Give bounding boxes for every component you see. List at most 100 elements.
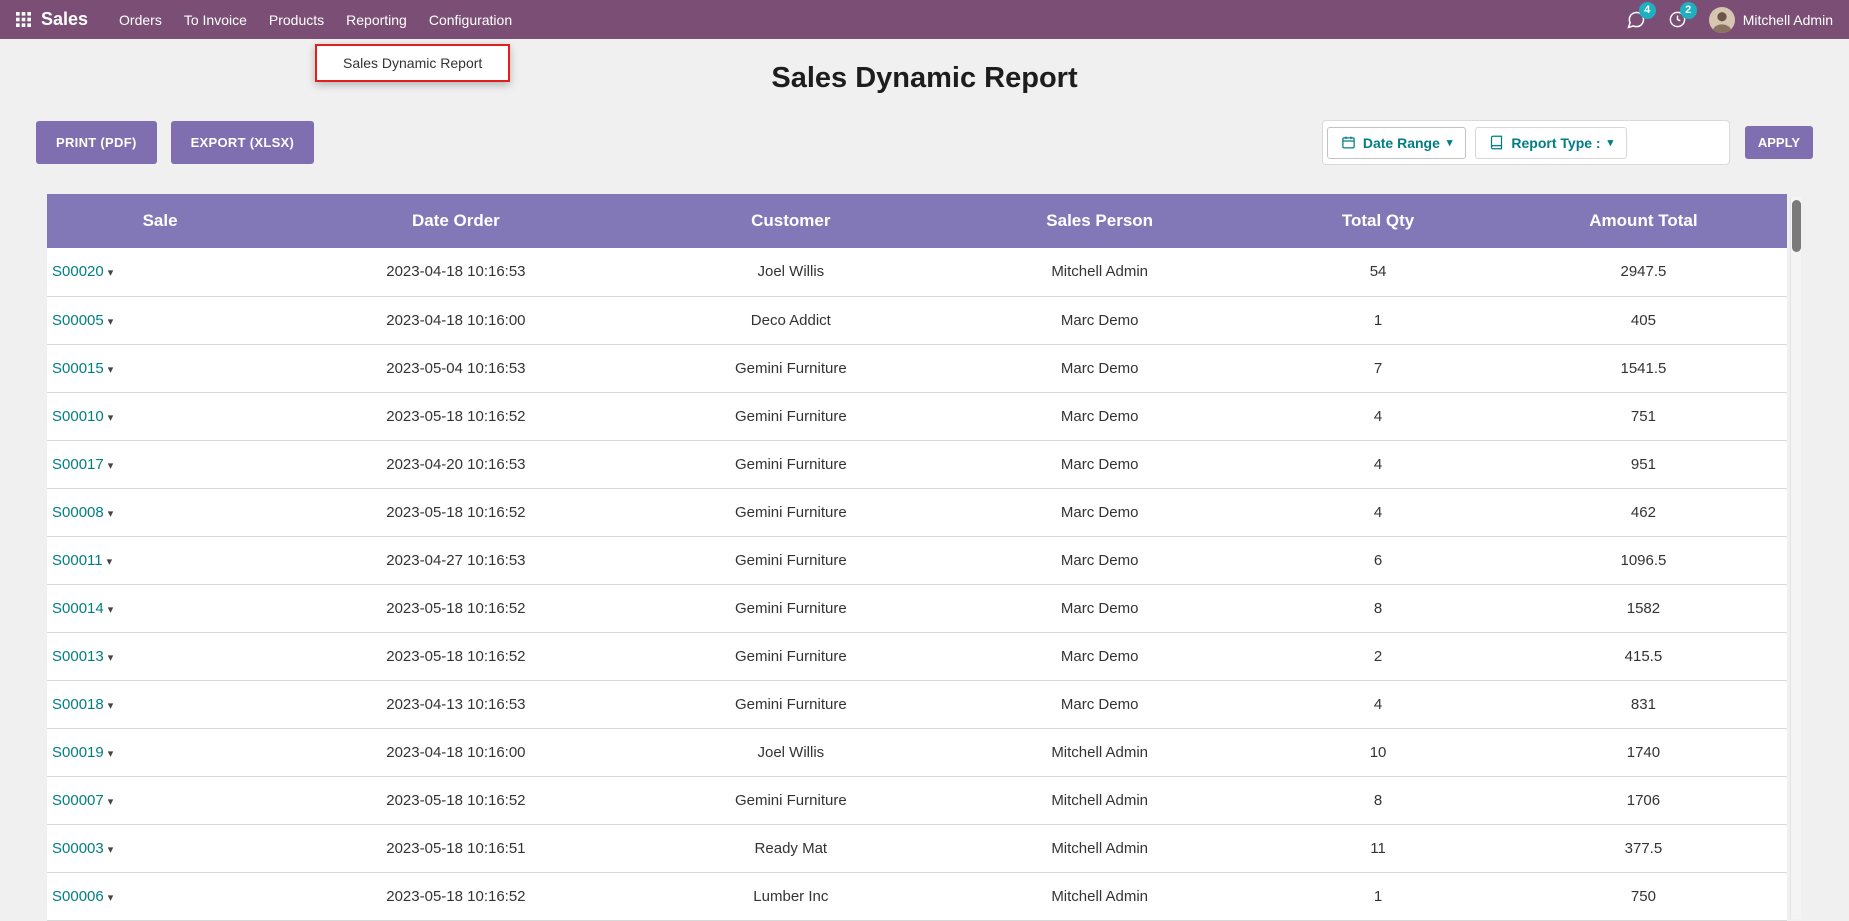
cell-customer: Gemini Furniture [639,776,944,824]
cell-customer: Gemini Furniture [639,344,944,392]
print-pdf-button[interactable]: PRINT (PDF) [36,121,157,164]
cell-date-order: 2023-05-18 10:16:52 [273,776,638,824]
cell-amount-total: 462 [1500,488,1787,536]
caret-down-icon[interactable]: ▾ [108,364,114,376]
messages-count-badge: 4 [1639,2,1656,19]
sale-order-link[interactable]: S00020 [52,263,104,280]
cell-customer: Deco Addict [639,296,944,344]
table-row: S00007 ▾ 2023-05-18 10:16:52Gemini Furnitu… [47,776,1787,824]
cell-sale: S00006 ▾ [47,872,273,920]
cell-customer: Joel Willis [639,248,944,296]
caret-down-icon[interactable]: ▾ [108,316,114,328]
cell-sales-person: Mitchell Admin [943,824,1256,872]
activities-button[interactable]: 2 [1668,10,1687,29]
date-range-dropdown[interactable]: Date Range ▾ [1327,127,1467,159]
table-scrollbar[interactable] [1790,197,1801,919]
caret-down-icon[interactable]: ▾ [108,508,114,520]
caret-down-icon[interactable]: ▾ [108,796,114,808]
sale-order-link[interactable]: S00019 [52,744,104,761]
column-header-customer: Customer [639,194,944,248]
column-header-sale: Sale [47,194,273,248]
sale-order-link[interactable]: S00015 [52,360,104,377]
sale-order-link[interactable]: S00005 [52,312,104,329]
messages-button[interactable]: 4 [1626,10,1646,30]
table-row: S00010▾2023-05-18 10:16:52Gemini Furnitu… [47,392,1787,440]
report-toolbar: PRINT (PDF) EXPORT (XLSX) Date Range ▾ R… [0,120,1849,165]
column-header-date-order: Date Order [273,194,638,248]
cell-total-qty: 1 [1256,296,1500,344]
cell-sales-person: Marc Demo [943,296,1256,344]
sale-order-link[interactable]: S00007 [52,792,104,809]
table-row: S00018▾2023-04-13 10:16:53Gemini Furnitu… [47,680,1787,728]
cell-date-order: 2023-04-18 10:16:00 [273,296,638,344]
cell-sale: S00008 ▾ [47,488,273,536]
sale-order-link[interactable]: S00003 [52,840,104,857]
caret-down-icon[interactable]: ▾ [107,556,113,568]
caret-down-icon[interactable]: ▾ [108,604,114,616]
caret-down-icon[interactable]: ▾ [108,844,114,856]
sale-order-link[interactable]: S00010 [52,408,104,425]
sale-order-link[interactable]: S00011 [52,552,103,569]
navbar-left: Sales Orders To Invoice Products Reporti… [16,1,523,39]
cell-amount-total: 750 [1500,872,1787,920]
cell-date-order: 2023-04-18 10:16:53 [273,248,638,296]
cell-amount-total: 415.5 [1500,632,1787,680]
table-row: S00011▾2023-04-27 10:16:53Gemini Furnitu… [47,536,1787,584]
cell-amount-total: 1582 [1500,584,1787,632]
caret-down-icon[interactable]: ▾ [108,892,114,904]
table-header: Sale Date Order Customer Sales Person To… [47,194,1787,248]
app-brand-sales[interactable]: Sales [41,9,88,30]
cell-total-qty: 1 [1256,872,1500,920]
caret-down-icon[interactable]: ▾ [108,460,114,472]
caret-down-icon[interactable]: ▾ [108,267,114,279]
nav-item-configuration[interactable]: Configuration [418,1,523,39]
sale-order-link[interactable]: S00006 [52,888,104,905]
cell-sales-person: Marc Demo [943,392,1256,440]
cell-total-qty: 4 [1256,440,1500,488]
apps-grid-icon[interactable] [16,12,31,27]
toolbar-left: PRINT (PDF) EXPORT (XLSX) [36,121,328,164]
menu-item-sales-dynamic-report[interactable]: Sales Dynamic Report [317,46,508,80]
sale-order-link[interactable]: S00014 [52,600,104,617]
nav-item-products[interactable]: Products [258,1,335,39]
nav-item-reporting[interactable]: Reporting [335,1,418,39]
book-icon [1489,135,1504,150]
table-row: S00014▾2023-05-18 10:16:52Gemini Furnitu… [47,584,1787,632]
sale-order-link[interactable]: S00008 [52,504,104,521]
caret-down-icon[interactable]: ▾ [108,412,114,424]
table-row: S00019▾2023-04-18 10:16:00Joel WillisMit… [47,728,1787,776]
report-type-dropdown[interactable]: Report Type : ▾ [1475,127,1627,159]
cell-sales-person: Marc Demo [943,536,1256,584]
sale-order-link[interactable]: S00018 [52,696,104,713]
cell-amount-total: 1740 [1500,728,1787,776]
user-menu[interactable]: Mitchell Admin [1709,7,1833,33]
caret-down-icon[interactable]: ▾ [108,748,114,760]
sale-order-link[interactable]: S00017 [52,456,104,473]
apply-button[interactable]: APPLY [1745,126,1813,159]
table-row: S00015 ▾ 2023-05-04 10:16:53Gemini Furnitu… [47,344,1787,392]
page-title: Sales Dynamic Report [0,62,1849,95]
cell-sale: S00011 ▾ [47,536,273,584]
cell-total-qty: 6 [1256,536,1500,584]
table-row: S00003▾2023-05-18 10:16:51Ready MatMitch… [47,824,1787,872]
caret-down-icon[interactable]: ▾ [108,700,114,712]
cell-sale: S00010 ▾ [47,392,273,440]
cell-sale: S00017 ▾ [47,440,273,488]
export-xlsx-button[interactable]: EXPORT (XLSX) [171,121,315,164]
nav-item-orders[interactable]: Orders [108,1,173,39]
cell-sales-person: Marc Demo [943,440,1256,488]
scrollbar-thumb[interactable] [1792,200,1801,252]
cell-customer: Gemini Furniture [639,440,944,488]
cell-date-order: 2023-04-20 10:16:53 [273,440,638,488]
cell-sales-person: Marc Demo [943,344,1256,392]
cell-total-qty: 2 [1256,632,1500,680]
cell-sales-person: Marc Demo [943,680,1256,728]
table-row: S00006▾2023-05-18 10:16:52Lumber IncMitc… [47,872,1787,920]
cell-date-order: 2023-05-04 10:16:53 [273,344,638,392]
sale-order-link[interactable]: S00013 [52,648,104,665]
cell-date-order: 2023-05-18 10:16:52 [273,584,638,632]
caret-down-icon[interactable]: ▾ [108,652,114,664]
cell-sale: S00013 ▾ [47,632,273,680]
table-row: S00017 ▾ 2023-04-20 10:16:53Gemini Furnitu… [47,440,1787,488]
nav-item-to-invoice[interactable]: To Invoice [173,1,258,39]
